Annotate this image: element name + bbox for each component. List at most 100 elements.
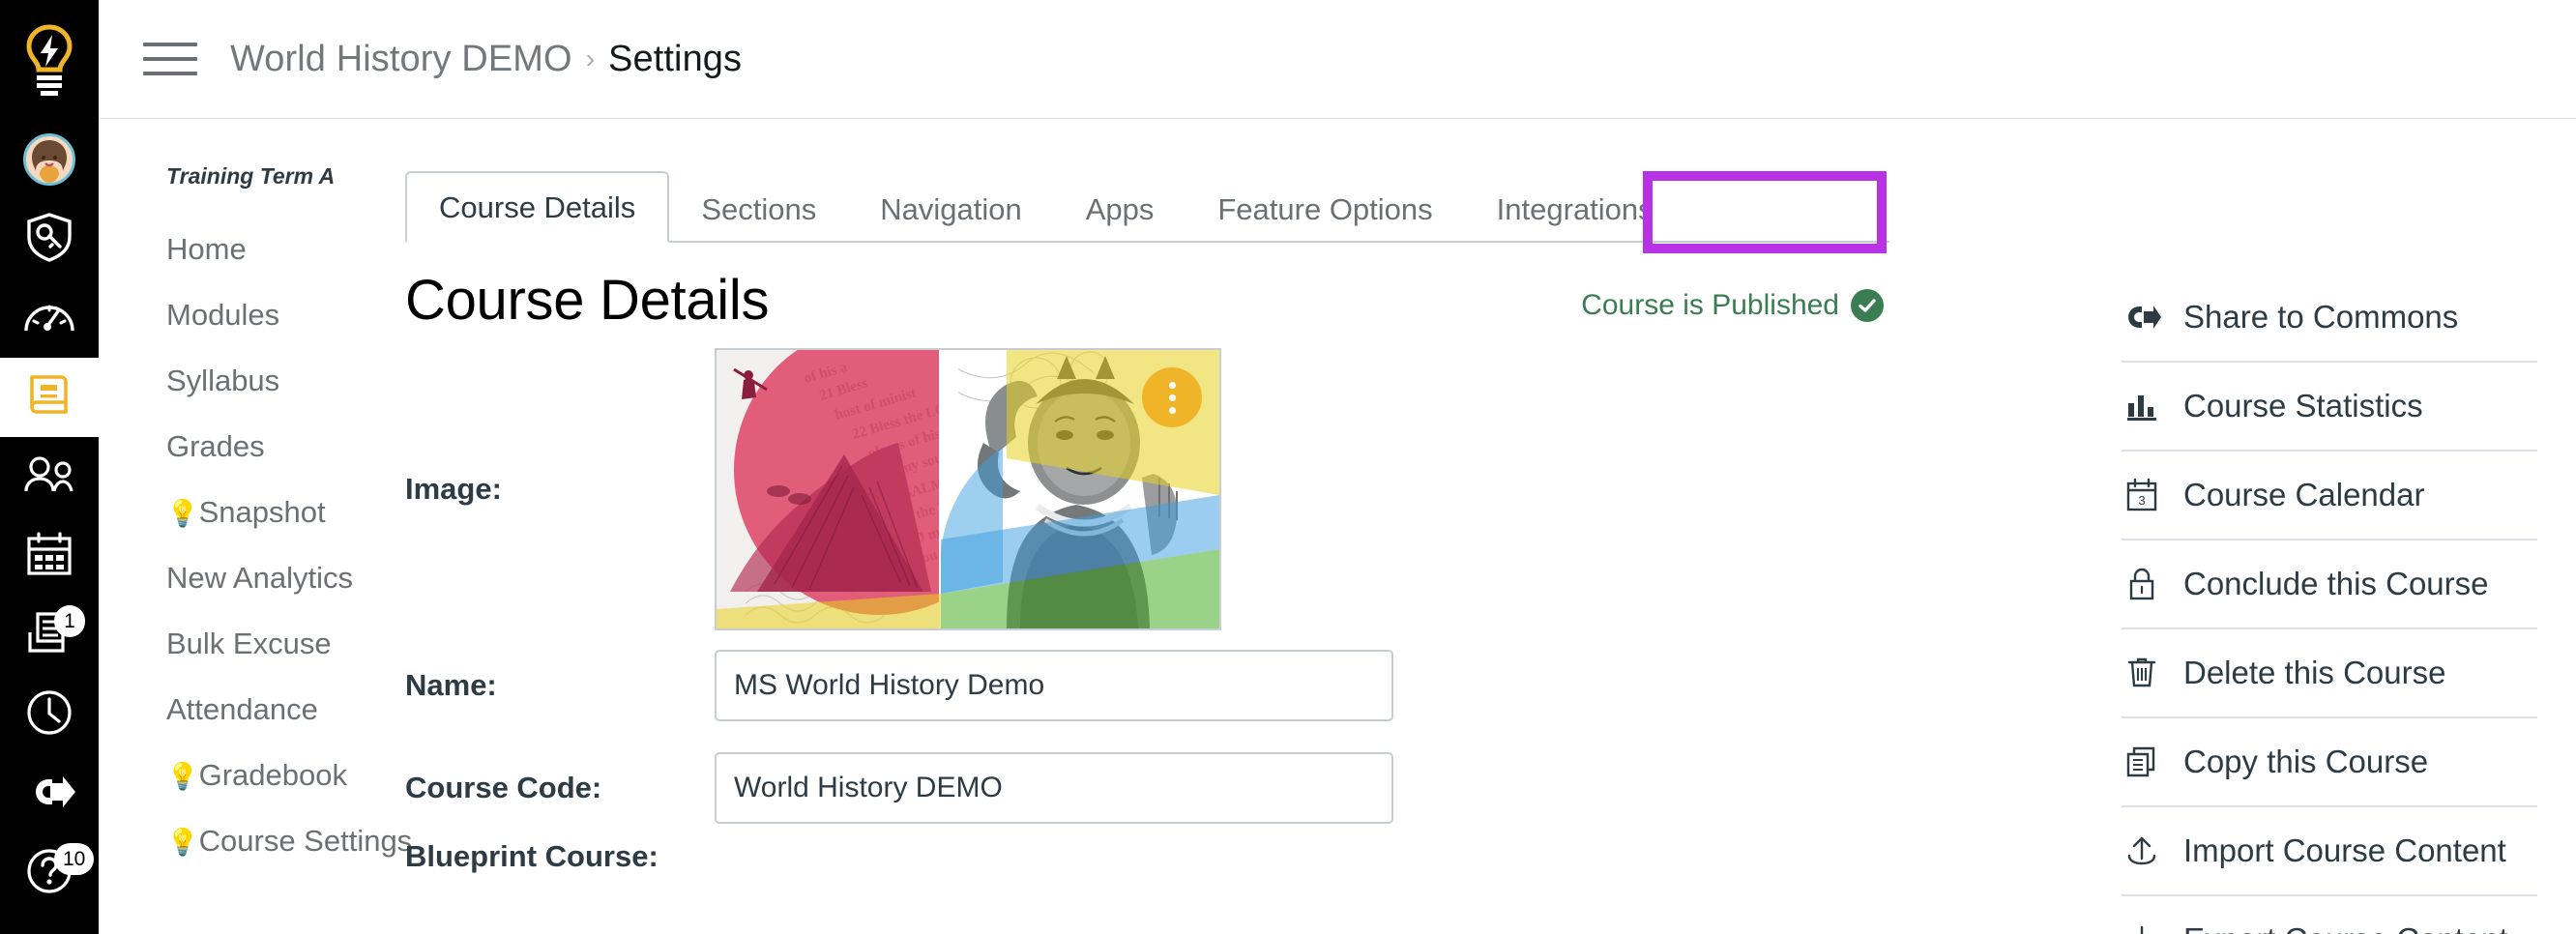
- tab-sections[interactable]: Sections: [669, 175, 848, 243]
- clock-icon: [26, 689, 73, 741]
- course-nav-label: Bulk Excuse: [166, 627, 332, 660]
- form-row-course-code: Course Code:: [405, 737, 2093, 839]
- kebab-dot: [1168, 406, 1176, 414]
- commons[interactable]: [0, 754, 99, 833]
- people-icon: [21, 455, 77, 498]
- course-nav-label: Modules: [166, 298, 280, 332]
- help[interactable]: 10: [0, 833, 99, 913]
- inbox-badge: 1: [54, 605, 85, 637]
- course-nav-item-new-analytics[interactable]: New Analytics: [122, 545, 405, 611]
- main-content: Course Details Sections Navigation Apps …: [405, 119, 2093, 934]
- settings-tabs: Course Details Sections Navigation Apps …: [405, 163, 1889, 253]
- image-label: Image:: [405, 472, 502, 506]
- upload-icon: [2122, 831, 2162, 871]
- tab-feature-options[interactable]: Feature Options: [1186, 175, 1464, 243]
- course-nav-item-modules[interactable]: Modules: [122, 282, 405, 348]
- blueprint-label: Blueprint Course:: [405, 839, 659, 873]
- page-title-row: Course Details Course is Published: [405, 243, 1889, 333]
- canvas-root: 1 10 World History DEMO › Settings Train…: [0, 0, 2576, 934]
- course-nav-item-course-settings[interactable]: 💡Course Settings: [122, 808, 412, 874]
- breadcrumb-course[interactable]: World History DEMO: [230, 39, 572, 80]
- courses[interactable]: [0, 358, 99, 437]
- breadcrumb-settings: Settings: [608, 38, 743, 79]
- hamburger-bar: [143, 72, 197, 75]
- course-nav-label: Gradebook: [198, 758, 348, 792]
- course-nav-item-grades[interactable]: Grades: [122, 414, 405, 480]
- sidebar-item-label: Course Calendar: [2183, 477, 2425, 512]
- sidebar-item-label: Conclude this Course: [2183, 566, 2489, 601]
- course-nav-item-home[interactable]: Home: [122, 217, 405, 282]
- course-code-input[interactable]: [715, 752, 1393, 824]
- sidebar-item-label: Delete this Course: [2183, 655, 2446, 690]
- hamburger-menu-icon[interactable]: [143, 32, 197, 86]
- course-calendar-button[interactable]: 3 Course Calendar: [2122, 452, 2537, 540]
- course-navigation: Training Term A Home Modules Syllabus Gr…: [99, 119, 412, 934]
- status-badge: Course is Published: [1581, 268, 1889, 322]
- share-to-commons-button[interactable]: Share to Commons: [2122, 274, 2537, 363]
- calendar[interactable]: [0, 516, 99, 596]
- help-badge: 10: [54, 843, 95, 875]
- course-statistics-button[interactable]: Course Statistics: [2122, 363, 2537, 452]
- calendar-icon: [26, 531, 73, 581]
- breadcrumb: World History DEMO › Settings: [230, 39, 742, 80]
- form-row-image: Image: of his a 21 Bless host of minist …: [405, 344, 2093, 634]
- course-nav-label: Home: [166, 232, 247, 266]
- kebab-menu-icon[interactable]: [1142, 367, 1202, 427]
- copy-icon: [2122, 742, 2162, 782]
- course-name-input[interactable]: [715, 650, 1393, 721]
- export-course-content-button[interactable]: Export Course Content: [2122, 896, 2537, 934]
- form-row-name: Name:: [405, 634, 2093, 737]
- kebab-dot: [1168, 394, 1176, 401]
- tab-course-details[interactable]: Course Details: [405, 171, 670, 243]
- page-header: World History DEMO › Settings: [99, 0, 2576, 119]
- sidebar-item-label: Import Course Content: [2183, 832, 2506, 868]
- course-nav-item-gradebook[interactable]: 💡Gradebook: [122, 743, 405, 808]
- lightbulb-bolt-icon: [21, 23, 77, 102]
- bar-chart-icon: [2122, 386, 2162, 426]
- download-icon: [2122, 919, 2162, 934]
- delete-this-course-button[interactable]: Delete this Course: [2122, 629, 2537, 718]
- lightbulb-icon: 💡: [166, 499, 199, 528]
- course-nav-item-syllabus[interactable]: Syllabus: [122, 348, 405, 414]
- course-details-form: Image: of his a 21 Bless host of minist …: [405, 344, 2093, 897]
- history[interactable]: [0, 675, 99, 754]
- tab-integrations[interactable]: Integrations: [1465, 175, 1685, 243]
- sidebar-item-label: Course Statistics: [2183, 388, 2423, 423]
- tab-navigation[interactable]: Navigation: [848, 175, 1053, 243]
- gauge-icon: [23, 298, 75, 339]
- course-code-label: Course Code:: [405, 771, 602, 804]
- book-icon: [25, 371, 73, 424]
- share-commons-icon: [2122, 297, 2162, 337]
- course-actions-sidebar: Share to Commons Course Statistics 3 Cou…: [2093, 119, 2576, 934]
- term-label: Training Term A: [166, 163, 336, 189]
- hamburger-bar: [143, 43, 197, 46]
- course-image-thumbnail[interactable]: of his a 21 Bless host of minist 22 Bles…: [715, 348, 1221, 630]
- tab-apps[interactable]: Apps: [1054, 175, 1186, 243]
- share-arrow-icon: [23, 773, 75, 816]
- course-nav-item-snapshot[interactable]: 💡Snapshot: [122, 480, 405, 545]
- course-nav-label: Grades: [166, 429, 265, 463]
- sidebar-item-label: Share to Commons: [2183, 299, 2459, 335]
- body-area: Training Term A Home Modules Syllabus Gr…: [99, 119, 2576, 934]
- trash-icon: [2122, 653, 2162, 693]
- conclude-this-course-button[interactable]: Conclude this Course: [2122, 540, 2537, 629]
- inbox[interactable]: 1: [0, 596, 99, 675]
- form-row-blueprint: Blueprint Course:: [405, 839, 2093, 897]
- dashboard[interactable]: [0, 278, 99, 358]
- lock-icon: [2122, 564, 2162, 604]
- course-nav-label: Course Settings: [198, 824, 413, 858]
- copy-this-course-button[interactable]: Copy this Course: [2122, 718, 2537, 807]
- course-nav-item-bulk-excuse[interactable]: Bulk Excuse: [122, 611, 405, 677]
- sidebar-item-label: Copy this Course: [2183, 744, 2429, 779]
- admin[interactable]: [0, 199, 99, 278]
- institution-logo[interactable]: [0, 4, 99, 120]
- page-title: Course Details: [405, 269, 770, 332]
- import-course-content-button[interactable]: Import Course Content: [2122, 807, 2537, 896]
- lightbulb-icon: 💡: [166, 762, 199, 791]
- global-navigation: 1 10: [0, 0, 99, 934]
- groups[interactable]: [0, 437, 99, 516]
- account[interactable]: [0, 120, 99, 199]
- course-nav-label: Snapshot: [198, 495, 326, 529]
- course-nav-item-attendance[interactable]: Attendance: [122, 677, 405, 743]
- svg-text:3: 3: [2138, 493, 2145, 508]
